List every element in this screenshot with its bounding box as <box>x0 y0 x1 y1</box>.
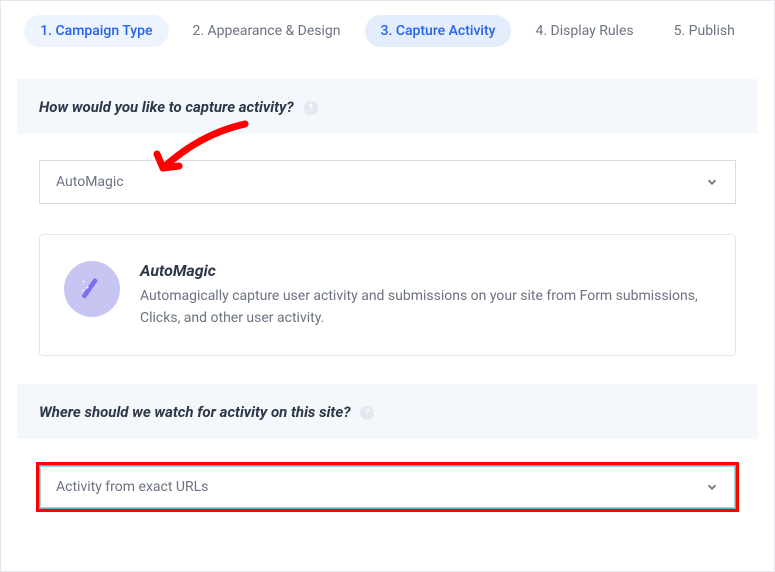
section-capture-method-header: How would you like to capture activity? <box>17 79 758 134</box>
wizard-tabs: 1. Campaign Type 2. Appearance & Design … <box>17 1 758 61</box>
help-icon[interactable] <box>304 101 318 115</box>
info-title: AutoMagic <box>140 261 711 280</box>
capture-method-select-wrap: AutoMagic <box>17 134 758 220</box>
help-icon[interactable] <box>360 406 374 420</box>
tab-display-rules[interactable]: 4. Display Rules <box>519 15 649 47</box>
select-value: AutoMagic <box>56 174 124 190</box>
automagic-icon-circle <box>64 261 120 317</box>
tab-publish[interactable]: 5. Publish <box>658 15 751 47</box>
automagic-info-card: AutoMagic Automagically capture user act… <box>39 234 736 356</box>
tab-campaign-type[interactable]: 1. Campaign Type <box>24 15 168 47</box>
automagic-info-text: AutoMagic Automagically capture user act… <box>140 261 711 329</box>
watch-activity-select[interactable]: Activity from exact URLs <box>39 465 736 509</box>
wand-icon <box>77 274 107 304</box>
section-watch-activity-header: Where should we watch for activity on th… <box>17 384 758 439</box>
section-title: Where should we watch for activity on th… <box>39 403 350 421</box>
select-value: Activity from exact URLs <box>56 479 208 495</box>
tab-appearance-design[interactable]: 2. Appearance & Design <box>177 15 357 47</box>
section-title: How would you like to capture activity? <box>39 98 294 116</box>
chevron-down-icon <box>705 175 719 189</box>
tab-capture-activity[interactable]: 3. Capture Activity <box>365 15 512 47</box>
watch-activity-select-wrap: Activity from exact URLs <box>17 439 758 525</box>
chevron-down-icon <box>705 480 719 494</box>
capture-method-select[interactable]: AutoMagic <box>39 160 736 204</box>
info-description: Automagically capture user activity and … <box>140 286 711 329</box>
